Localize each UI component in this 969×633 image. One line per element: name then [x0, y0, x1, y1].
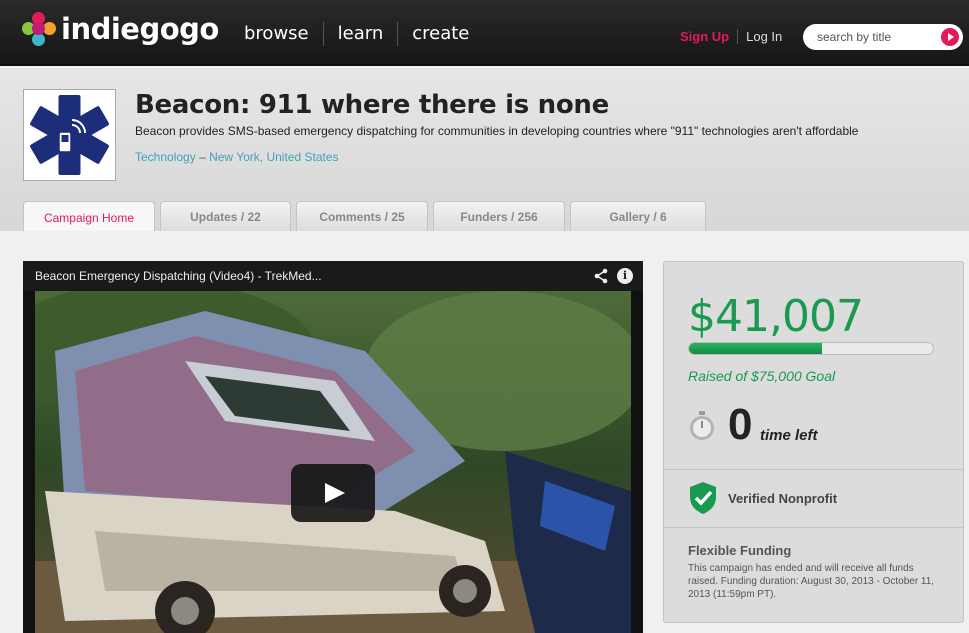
signup-link[interactable]: Sign Up [680, 29, 739, 44]
meta-separator: – [199, 150, 206, 164]
nav-create[interactable]: create [398, 22, 483, 46]
flexible-funding-text: This campaign has ended and will receive… [688, 563, 935, 600]
play-button[interactable] [291, 464, 375, 522]
funding-panel: $41,007 Raised of $75,000 Goal 0 time le… [663, 261, 964, 623]
tab-comments[interactable]: Comments / 25 [296, 201, 428, 232]
funding-progress-bar [688, 342, 934, 355]
info-icon[interactable]: i [617, 268, 633, 284]
login-link[interactable]: Log In [738, 29, 782, 44]
video-player[interactable]: Beacon Emergency Dispatching (Video4) - … [23, 261, 643, 633]
auth-links: Sign Up Log In [680, 29, 782, 44]
tab-gallery[interactable]: Gallery / 6 [570, 201, 706, 232]
video-title-bar: Beacon Emergency Dispatching (Video4) - … [23, 261, 643, 291]
tab-campaign-home[interactable]: Campaign Home [23, 201, 155, 233]
location-link[interactable]: New York, United States [209, 150, 338, 164]
campaign-content: Beacon Emergency Dispatching (Video4) - … [0, 231, 969, 633]
tab-updates[interactable]: Updates / 22 [160, 201, 291, 232]
campaign-header: Beacon: 911 where there is none Beacon p… [0, 68, 969, 233]
funding-progress-fill [689, 343, 823, 354]
amount-raised: $41,007 [688, 291, 864, 342]
search-input[interactable] [817, 29, 937, 45]
time-left-label: time left [760, 427, 818, 444]
nav-learn[interactable]: learn [324, 22, 399, 46]
campaign-meta: Technology – New York, United States [135, 150, 339, 164]
funding-goal: Raised of $75,000 Goal [688, 368, 836, 384]
campaign-description: Beacon provides SMS-based emergency disp… [135, 124, 859, 138]
divider [664, 469, 963, 470]
campaign-title: Beacon: 911 where there is none [135, 90, 609, 120]
tab-funders[interactable]: Funders / 256 [433, 201, 565, 232]
main-nav: browse learn create [230, 22, 483, 46]
logo-mark-icon [22, 12, 56, 46]
divider [664, 527, 963, 528]
verified-nonprofit-label: Verified Nonprofit [728, 491, 838, 506]
share-icon[interactable] [593, 268, 609, 284]
flexible-funding-title: Flexible Funding [688, 543, 792, 558]
campaign-tabs: Campaign Home Updates / 22 Comments / 25… [23, 201, 711, 233]
logo-text: indiegogo [61, 12, 219, 46]
campaign-logo-icon [23, 89, 116, 181]
nav-browse[interactable]: browse [230, 22, 324, 46]
stopwatch-icon [690, 411, 714, 440]
video-title[interactable]: Beacon Emergency Dispatching (Video4) - … [35, 269, 322, 283]
video-thumbnail [35, 291, 631, 633]
search-box [803, 24, 963, 50]
top-navigation-bar: indiegogo browse learn create Sign Up Lo… [0, 0, 969, 66]
indiegogo-logo[interactable]: indiegogo [22, 12, 219, 46]
time-left-value: 0 [728, 400, 753, 449]
verified-shield-icon [690, 482, 716, 514]
category-link[interactable]: Technology [135, 150, 196, 164]
search-submit-icon[interactable] [941, 28, 959, 46]
